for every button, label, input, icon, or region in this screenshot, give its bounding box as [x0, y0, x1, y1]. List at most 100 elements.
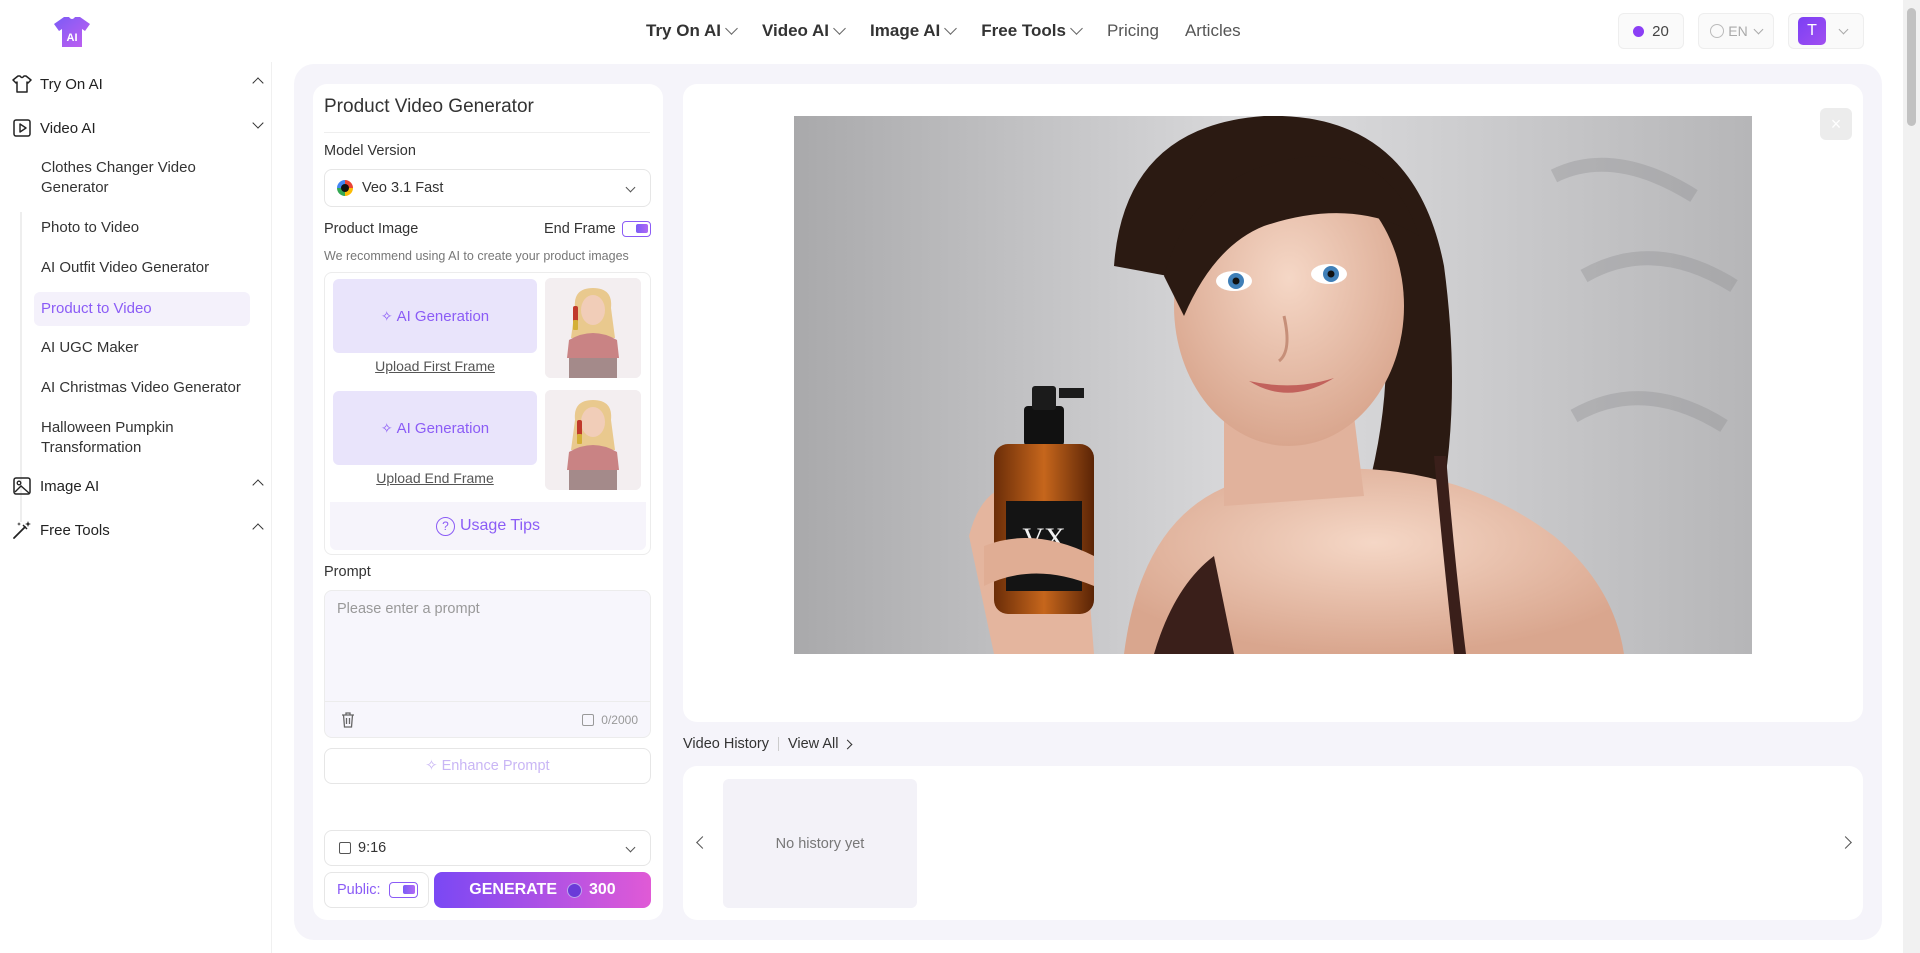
user-menu[interactable]: T: [1788, 13, 1864, 49]
chevron-up-icon: [252, 77, 264, 89]
usage-tips-label: Usage Tips: [459, 517, 541, 534]
first-frame-thumbnail[interactable]: [545, 278, 641, 378]
sidebar-group-label: Image AI: [40, 477, 100, 495]
sidebar-item-photo-to-video[interactable]: Photo to Video: [34, 214, 250, 242]
prompt-counter: 0/2000: [582, 713, 638, 727]
globe-icon: [1710, 24, 1725, 38]
top-header: AI Try On AI Video AI Image AI Free Tool…: [0, 0, 1920, 62]
end-frame-label: End Frame: [544, 221, 616, 237]
usage-tips-button[interactable]: ? Usage Tips: [330, 502, 646, 550]
nav-video-ai[interactable]: Video AI: [761, 21, 846, 41]
sidebar-group-try-on-ai[interactable]: Try On AI: [12, 66, 264, 102]
divider: [325, 701, 650, 702]
video-play-icon: [12, 118, 32, 138]
model-version-select[interactable]: Veo 3.1 Fast: [324, 169, 651, 207]
ai-generation-label: AI Generation: [396, 307, 490, 325]
chevron-down-icon: [625, 182, 636, 193]
public-toggle[interactable]: [389, 882, 418, 898]
empty-history-placeholder: No history yet: [723, 779, 917, 908]
chevron-down-icon: [944, 22, 958, 35]
divider: [324, 132, 650, 133]
generate-label: GENERATE: [469, 881, 557, 898]
ai-generation-label: AI Generation: [396, 419, 490, 437]
sidebar-group-label: Video AI: [40, 119, 96, 137]
sidebar-group-image-ai[interactable]: Image AI: [12, 468, 264, 504]
sidebar-group-video-ai[interactable]: Video AI: [12, 110, 264, 146]
credit-coin-icon: [1633, 25, 1645, 37]
chevron-right-icon: [843, 739, 853, 749]
upload-first-frame-link[interactable]: Upload First Frame: [333, 358, 537, 374]
sparkle-icon: ✧: [425, 758, 438, 774]
upload-end-frame-link[interactable]: Upload End Frame: [333, 470, 537, 486]
scrollbar-thumb[interactable]: [1907, 8, 1916, 126]
generate-cost: 300: [589, 881, 616, 898]
recommend-hint: We recommend using AI to create your pro…: [324, 249, 629, 263]
credits-count: 20: [1652, 22, 1669, 40]
svg-text:AI: AI: [67, 32, 78, 44]
video-history-header: Video History View All: [683, 736, 853, 752]
image-icon: [12, 476, 32, 496]
nav-articles[interactable]: Articles: [1185, 21, 1241, 41]
preview-image: VX: [794, 116, 1752, 654]
nav-label: Pricing: [1106, 21, 1159, 40]
prompt-input[interactable]: [337, 601, 637, 691]
top-nav: Try On AI Video AI Image AI Free Tools P…: [646, 0, 1267, 62]
sidebar-group-label: Try On AI: [40, 75, 103, 93]
credits-badge[interactable]: 20: [1618, 13, 1684, 49]
public-label: Public:: [337, 882, 381, 898]
trash-icon[interactable]: [341, 712, 355, 728]
question-circle-icon: ?: [435, 516, 455, 536]
sidebar: Try On AI Video AI Clothes Changer Video…: [0, 62, 272, 953]
google-logo-icon: [337, 180, 353, 196]
sidebar-item-outfit-video[interactable]: AI Outfit Video Generator: [34, 254, 250, 282]
ai-generation-first-button[interactable]: ✧ AI Generation: [333, 279, 537, 353]
divider: [777, 737, 779, 751]
chevron-down-icon: [252, 117, 264, 129]
sidebar-group-free-tools[interactable]: Free Tools: [12, 512, 264, 548]
nav-label: Free Tools: [981, 21, 1066, 40]
language-label: EN: [1728, 23, 1748, 39]
prompt-box: 0/2000: [324, 590, 651, 738]
nav-label: Image AI: [870, 21, 941, 40]
page-scrollbar[interactable]: [1903, 0, 1920, 953]
tshirt-icon: [12, 74, 32, 94]
nav-label: Articles: [1184, 21, 1241, 40]
logo-icon[interactable]: AI: [52, 14, 92, 50]
nav-label: Video AI: [761, 21, 830, 40]
toggle-knob: [636, 224, 648, 233]
end-frame-toggle[interactable]: [622, 221, 651, 237]
sidebar-group-label: Free Tools: [40, 521, 110, 539]
prompt-counter-text: 0/2000: [601, 713, 638, 727]
enhance-prompt-button[interactable]: ✧ Enhance Prompt: [324, 748, 651, 784]
nav-try-on-ai[interactable]: Try On AI: [646, 21, 738, 41]
video-history-title: Video History: [683, 736, 769, 752]
toggle-knob: [403, 885, 415, 894]
sidebar-item-ugc-maker[interactable]: AI UGC Maker: [34, 334, 250, 362]
aspect-ratio-value: 9:16: [358, 840, 387, 856]
sparkle-icon: ✧: [380, 307, 393, 324]
sidebar-item-christmas-video[interactable]: AI Christmas Video Generator: [34, 374, 250, 402]
aspect-ratio-select[interactable]: 9:16: [324, 830, 651, 866]
chevron-up-icon: [252, 479, 264, 491]
chevron-down-icon: [1070, 22, 1083, 35]
chevron-up-icon: [252, 523, 264, 535]
end-frame-thumbnail[interactable]: [545, 390, 641, 490]
ai-generation-end-button[interactable]: ✧ AI Generation: [333, 391, 537, 465]
nav-pricing[interactable]: Pricing: [1107, 21, 1159, 41]
nav-free-tools[interactable]: Free Tools: [981, 21, 1083, 41]
chevron-down-icon: [1838, 24, 1849, 34]
sidebar-item-product-to-video[interactable]: Product to Video: [34, 292, 250, 326]
sidebar-item-halloween-pumpkin[interactable]: Halloween Pumpkin Transformation: [34, 414, 250, 462]
copy-icon[interactable]: [582, 714, 595, 726]
model-version-value: Veo 3.1 Fast: [362, 180, 444, 196]
chevron-down-icon: [1753, 24, 1764, 34]
close-icon[interactable]: ×: [1820, 108, 1852, 140]
generate-button[interactable]: GENERATE 300: [434, 872, 651, 908]
sidebar-item-clothes-changer[interactable]: Clothes Changer Video Generator: [34, 154, 250, 202]
nav-image-ai[interactable]: Image AI: [870, 21, 958, 41]
view-all-link[interactable]: View All: [788, 736, 839, 752]
model-version-label: Model Version: [324, 143, 416, 159]
chevron-down-icon: [625, 842, 636, 853]
enhance-prompt-label: Enhance Prompt: [441, 758, 550, 774]
language-selector[interactable]: EN: [1698, 13, 1774, 49]
